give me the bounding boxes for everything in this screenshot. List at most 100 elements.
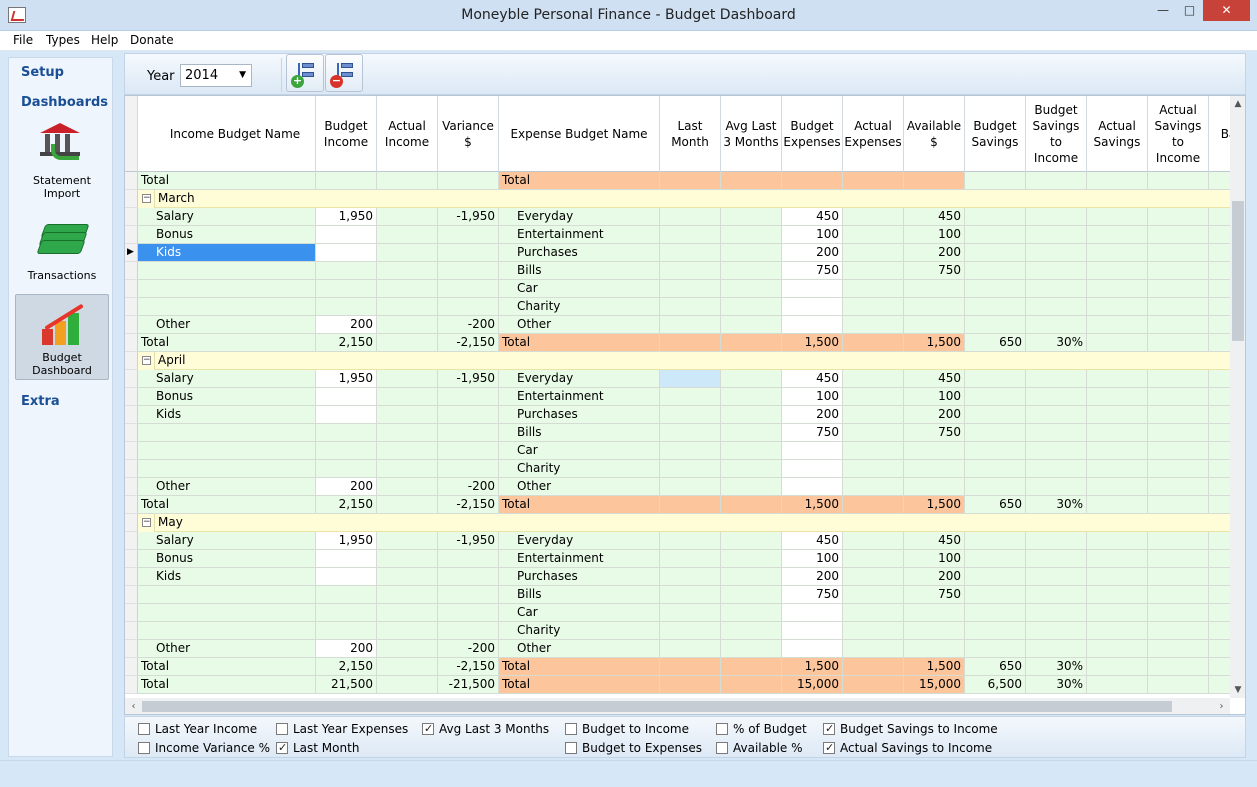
table-row[interactable]: Car	[125, 442, 1230, 460]
table-row[interactable]: Salary 1,950 -1,950 Everyday 450 450	[125, 208, 1230, 226]
column-header-variance[interactable]: Variance $	[438, 96, 499, 172]
option-budget-to-income[interactable]: Budget to Income	[565, 722, 689, 738]
checkbox[interactable]	[565, 742, 577, 754]
expense-name-cell[interactable]: Other	[499, 316, 660, 334]
remove-budget-button[interactable]: −	[325, 54, 363, 92]
column-header-budget-expenses[interactable]: Budget Expenses	[782, 96, 843, 172]
row-indicator[interactable]	[125, 514, 138, 532]
cell-actual-savings-to-income[interactable]	[1148, 172, 1209, 190]
expense-name-cell[interactable]: Other	[499, 640, 660, 658]
month-group-may[interactable]: − May	[125, 514, 1230, 532]
row-indicator[interactable]	[125, 460, 138, 478]
scroll-right-icon[interactable]: ›	[1213, 698, 1230, 714]
budget-income-cell[interactable]: 1,950	[316, 532, 377, 550]
close-button[interactable]: ✕	[1203, 0, 1250, 21]
income-name-cell[interactable]: Salary	[138, 532, 316, 550]
cell-budget-income[interactable]	[316, 172, 377, 190]
option-last-year-income[interactable]: Last Year Income	[138, 722, 257, 738]
budget-expenses-cell[interactable]: 200	[782, 568, 843, 586]
budget-income-cell[interactable]	[316, 460, 377, 478]
expense-name-cell[interactable]: Other	[499, 478, 660, 496]
column-header-budget-savings[interactable]: Budget Savings	[965, 96, 1026, 172]
total-row[interactable]: Total Total	[125, 172, 1230, 190]
budget-income-cell[interactable]	[316, 442, 377, 460]
income-name-cell[interactable]: Kids	[138, 406, 316, 424]
column-header-expense-budget-name[interactable]: Expense Budget Name	[499, 96, 660, 172]
sidebar-extra[interactable]: Extra	[21, 394, 60, 409]
budget-expenses-cell[interactable]	[782, 298, 843, 316]
column-header-budget-savings-to-income[interactable]: Budget Savings to Income	[1026, 96, 1087, 172]
table-row[interactable]: Other 200 -200 Other	[125, 316, 1230, 334]
menu-help[interactable]: Help	[91, 33, 118, 47]
budget-expenses-cell[interactable]	[782, 316, 843, 334]
income-name-cell[interactable]: Other	[138, 316, 316, 334]
table-row[interactable]: Charity	[125, 298, 1230, 316]
budget-expenses-cell[interactable]	[782, 460, 843, 478]
table-row[interactable]: Bonus Entertainment 100 100	[125, 388, 1230, 406]
row-indicator[interactable]	[125, 586, 138, 604]
option-percent-of-budget[interactable]: % of Budget	[716, 722, 807, 738]
option-available-percent[interactable]: Available %	[716, 741, 803, 757]
row-indicator[interactable]	[125, 208, 138, 226]
income-name-cell[interactable]: Bonus	[138, 226, 316, 244]
table-row[interactable]: Bills 750 750	[125, 586, 1230, 604]
cell-actual-savings[interactable]	[1087, 172, 1148, 190]
budget-income-cell[interactable]: 1,950	[316, 208, 377, 226]
column-header-actual-expenses[interactable]: Actual Expenses	[843, 96, 904, 172]
expense-name-cell[interactable]: Charity	[499, 460, 660, 478]
row-indicator[interactable]	[125, 676, 138, 694]
checkbox[interactable]	[138, 723, 150, 735]
month-total-row[interactable]: Total 2,150 -2,150 Total 1,500 1,500 650 30%	[125, 496, 1230, 514]
table-row[interactable]: Bills 750 750	[125, 262, 1230, 280]
income-name-cell[interactable]: Bonus	[138, 550, 316, 568]
expense-name-cell[interactable]: Bills	[499, 586, 660, 604]
cell-last-month[interactable]	[660, 172, 721, 190]
budget-income-cell[interactable]	[316, 244, 377, 262]
budget-income-cell[interactable]	[316, 406, 377, 424]
row-indicator[interactable]	[125, 298, 138, 316]
scroll-left-icon[interactable]: ‹	[125, 698, 142, 714]
budget-dashboard-button[interactable]: Budget Dashboard	[15, 294, 109, 380]
budget-expenses-cell[interactable]: 100	[782, 226, 843, 244]
table-row[interactable]: Car	[125, 604, 1230, 622]
income-name-cell[interactable]	[138, 280, 316, 298]
budget-income-cell[interactable]: 200	[316, 478, 377, 496]
expense-name-cell[interactable]: Everyday	[499, 532, 660, 550]
table-row[interactable]: ▶ Kids Purchases 200 200	[125, 244, 1230, 262]
checkbox[interactable]	[716, 723, 728, 735]
budget-income-cell[interactable]	[316, 226, 377, 244]
budget-income-cell[interactable]: 200	[316, 316, 377, 334]
income-name-cell[interactable]: Kids	[138, 568, 316, 586]
budget-expenses-cell[interactable]	[782, 622, 843, 640]
income-name-cell[interactable]	[138, 442, 316, 460]
budget-expenses-cell[interactable]	[782, 280, 843, 298]
column-header-budget-income[interactable]: Budget Income	[316, 96, 377, 172]
column-header-actual-savings[interactable]: Actual Savings	[1087, 96, 1148, 172]
cell-actual-income[interactable]	[377, 172, 438, 190]
expense-name-cell[interactable]: Charity	[499, 622, 660, 640]
column-header-actual-savings-to-income[interactable]: Actual Savings to Income	[1148, 96, 1209, 172]
expense-name-cell[interactable]: Entertainment	[499, 388, 660, 406]
horizontal-scrollbar[interactable]: ‹ ›	[125, 698, 1230, 714]
budget-income-cell[interactable]	[316, 262, 377, 280]
checkbox[interactable]	[276, 740, 288, 755]
row-indicator[interactable]: ▶	[125, 244, 138, 262]
sidebar-dashboards[interactable]: Dashboards	[21, 95, 108, 110]
month-group-march[interactable]: − March	[125, 190, 1230, 208]
statement-import-button[interactable]: Statement Import	[15, 116, 109, 208]
column-header-avg-last-3-months[interactable]: Avg Last 3 Months	[721, 96, 782, 172]
expense-name-cell[interactable]: Everyday	[499, 208, 660, 226]
income-name-cell[interactable]: Salary	[138, 370, 316, 388]
budget-expenses-cell[interactable]: 200	[782, 244, 843, 262]
income-name-cell[interactable]	[138, 424, 316, 442]
budget-income-cell[interactable]	[316, 604, 377, 622]
scroll-up-icon[interactable]: ▲	[1230, 96, 1245, 112]
checkbox[interactable]	[823, 721, 835, 736]
menu-types[interactable]: Types	[46, 33, 80, 47]
expense-name-cell[interactable]: Charity	[499, 298, 660, 316]
column-header-actual-income[interactable]: Actual Income	[377, 96, 438, 172]
option-avg-last-3-months[interactable]: Avg Last 3 Months	[422, 721, 549, 738]
budget-income-cell[interactable]	[316, 568, 377, 586]
checkbox[interactable]	[716, 742, 728, 754]
row-indicator[interactable]	[125, 190, 138, 208]
